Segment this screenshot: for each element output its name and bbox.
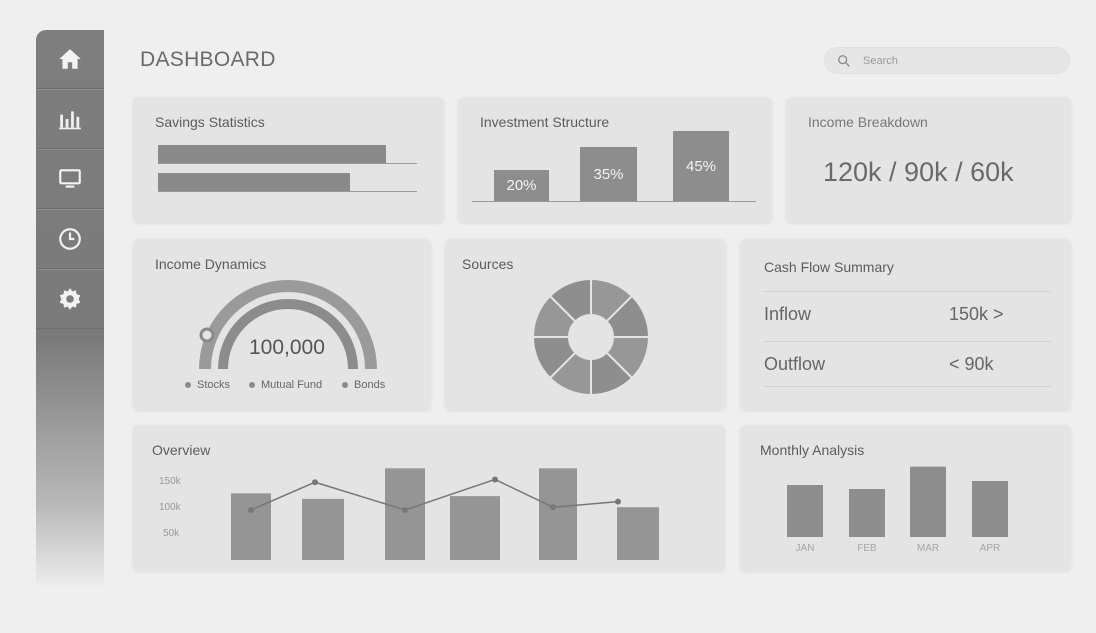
search-box[interactable] xyxy=(824,47,1070,74)
investment-bar: 20% xyxy=(494,170,549,201)
cash-flow-label: Inflow xyxy=(764,303,812,324)
legend-label: Stocks xyxy=(197,379,231,391)
cash-flow-row-inflow[interactable]: Inflow 150k > xyxy=(764,291,1051,336)
y-tick-label: 100k xyxy=(159,502,181,513)
cash-flow-value: < 90k xyxy=(949,353,994,374)
overview-point xyxy=(248,507,254,513)
overview-point xyxy=(550,504,556,511)
savings-bar-1 xyxy=(158,145,386,163)
legend-item: Bonds xyxy=(342,379,385,391)
income-breakdown-value: 120k / 90k / 60k xyxy=(823,157,1014,187)
sources-card: Sources xyxy=(445,239,726,410)
overview-card: Overview 150k 100k 50k xyxy=(133,425,725,571)
card-title: Income Breakdown xyxy=(808,114,928,130)
monthly-analysis-card: Monthly Analysis JAN FEB MAR APR xyxy=(740,425,1071,571)
sidebar-item-settings[interactable] xyxy=(36,269,104,329)
overview-bar xyxy=(450,496,500,560)
x-tick-label: FEB xyxy=(857,543,877,554)
investment-bar: 35% xyxy=(580,147,637,201)
monthly-chart xyxy=(787,466,1008,537)
sidebar-item-analytics[interactable] xyxy=(36,89,104,149)
gauge-handle xyxy=(199,327,215,343)
bar-chart-icon xyxy=(59,111,81,130)
chart-baseline xyxy=(472,201,756,202)
legend-item: Stocks xyxy=(185,379,230,391)
legend-label: Bonds xyxy=(354,379,386,391)
sidebar xyxy=(36,30,104,590)
savings-statistics-card: Savings Statistics xyxy=(133,97,444,223)
gear-icon xyxy=(59,288,81,310)
card-title: Investment Structure xyxy=(480,114,610,130)
legend-label: Mutual Fund xyxy=(261,379,323,391)
card-title: Cash Flow Summary xyxy=(764,259,894,275)
card-title: Overview xyxy=(152,442,211,458)
cash-flow-value: 150k > xyxy=(949,303,1004,324)
overview-point xyxy=(615,498,621,505)
x-tick-label: JAN xyxy=(795,543,815,554)
monitor-icon xyxy=(59,169,81,188)
cash-flow-row-outflow[interactable]: Outflow < 90k xyxy=(764,341,1051,387)
x-tick-label: APR xyxy=(979,543,1001,554)
monthly-bar xyxy=(787,485,823,537)
legend-dot xyxy=(249,382,255,388)
income-breakdown-card: Income Breakdown 120k / 90k / 60k xyxy=(786,97,1071,223)
sidebar-item-home[interactable] xyxy=(36,30,104,89)
monthly-bar xyxy=(849,489,885,537)
overview-bar xyxy=(617,507,659,560)
legend-dot xyxy=(185,382,191,388)
sidebar-item-monitor[interactable] xyxy=(36,149,104,209)
home-icon xyxy=(59,49,81,69)
legend-item: Mutual Fund xyxy=(249,379,322,391)
card-title: Sources xyxy=(462,256,514,272)
overview-chart xyxy=(231,468,659,560)
investment-bar: 45% xyxy=(673,131,729,201)
clock-icon xyxy=(59,228,81,250)
overview-point xyxy=(492,476,498,483)
x-tick-label: MAR xyxy=(916,543,940,554)
savings-bar-2 xyxy=(158,173,350,191)
overview-bar xyxy=(539,468,577,560)
overview-bar xyxy=(302,498,344,560)
monthly-bar xyxy=(972,481,1008,537)
page-title: DASHBOARD xyxy=(140,48,276,71)
overview-point xyxy=(312,479,318,486)
overview-point xyxy=(402,507,408,513)
legend-dot xyxy=(342,382,348,388)
overview-bar xyxy=(385,468,425,560)
card-title: Income Dynamics xyxy=(155,256,267,272)
y-tick-label: 150k xyxy=(159,476,181,487)
search-icon xyxy=(838,54,850,67)
cash-flow-label: Outflow xyxy=(764,353,826,374)
y-tick-label: 50k xyxy=(163,528,180,539)
search-input[interactable] xyxy=(861,53,1045,68)
monthly-bar xyxy=(910,466,946,537)
donut-chart xyxy=(531,277,651,397)
bar-track xyxy=(158,191,417,192)
investment-structure-card: Investment Structure 20% 35% 45% xyxy=(458,97,772,223)
card-title: Savings Statistics xyxy=(155,114,265,130)
cash-flow-summary-card: Cash Flow Summary Inflow 150k > Outflow … xyxy=(740,239,1071,410)
income-dynamics-value: 100,000 xyxy=(249,336,325,359)
sidebar-item-history[interactable] xyxy=(36,209,104,269)
income-dynamics-card: Income Dynamics 100,000 Stocks Mutual Fu… xyxy=(133,239,431,410)
bar-track xyxy=(158,163,417,164)
